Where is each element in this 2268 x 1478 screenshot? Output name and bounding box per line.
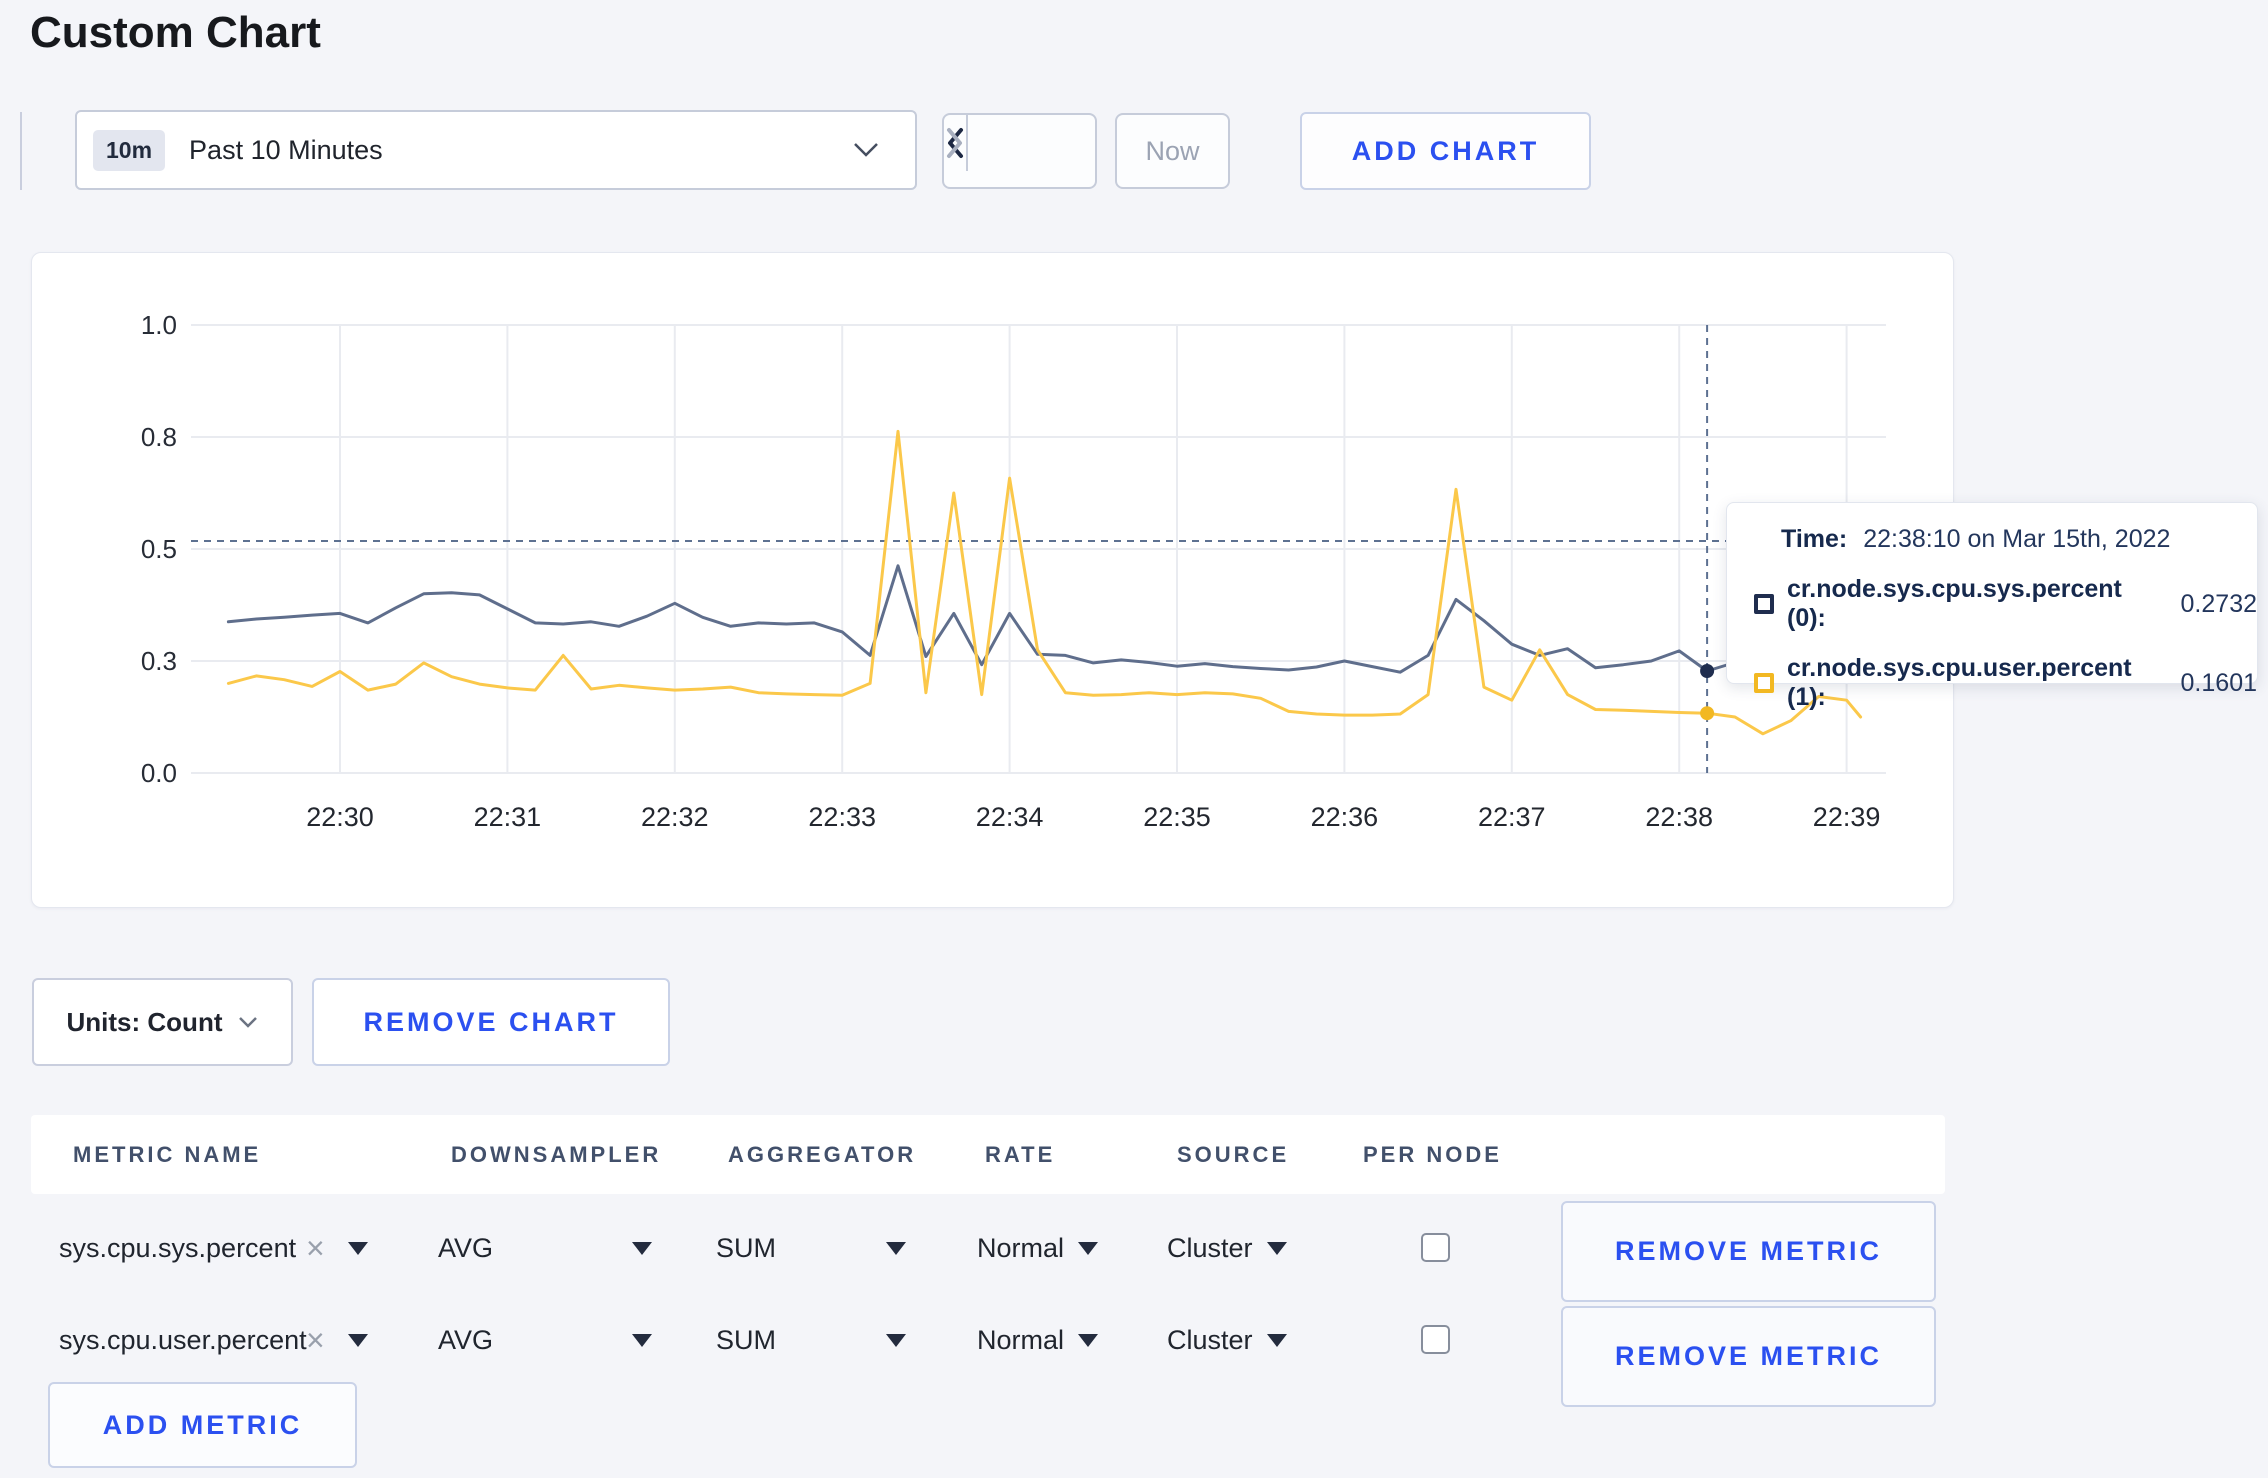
- downsampler-select[interactable]: AVG: [438, 1220, 493, 1276]
- x-axis-tick-label: 22:37: [1478, 802, 1546, 832]
- series-line-1: [226, 429, 1863, 736]
- x-axis-tick-label: 22:39: [1813, 802, 1881, 832]
- col-header-per-node: PER NODE: [1363, 1141, 1502, 1167]
- series-swatch-user-icon: [1754, 673, 1774, 693]
- time-range-badge: 10m: [93, 129, 166, 171]
- tooltip-series-value: 0.2732: [2180, 589, 2257, 618]
- clear-metric-icon[interactable]: ×: [306, 1220, 325, 1276]
- tooltip-series-value: 0.1601: [2180, 668, 2257, 697]
- x-axis-tick-label: 22:31: [474, 802, 542, 832]
- col-header-source: SOURCE: [1177, 1141, 1290, 1167]
- downsampler-caret[interactable]: [632, 1220, 652, 1276]
- units-select[interactable]: Units: Count: [32, 978, 293, 1066]
- x-axis-tick-label: 22:30: [306, 802, 374, 832]
- per-node-checkbox[interactable]: [1421, 1233, 1450, 1262]
- x-axis-tick-label: 22:38: [1645, 802, 1713, 832]
- col-header-downsampler: DOWNSAMPLER: [451, 1141, 662, 1167]
- aggregator-caret[interactable]: [886, 1312, 906, 1368]
- toolbar-divider: [20, 112, 22, 190]
- chevron-down-icon: [853, 142, 879, 158]
- y-axis-tick-label: 0.0: [141, 758, 177, 788]
- remove-metric-button[interactable]: REMOVE METRIC: [1561, 1201, 1936, 1302]
- source-select[interactable]: Cluster: [1167, 1220, 1287, 1276]
- y-axis-tick-label: 0.3: [141, 646, 177, 676]
- x-axis-tick-label: 22:33: [808, 802, 876, 832]
- triangle-down-icon: [1266, 1333, 1287, 1347]
- remove-chart-button[interactable]: REMOVE CHART: [312, 978, 670, 1066]
- aggregator-select[interactable]: SUM: [716, 1312, 776, 1368]
- clear-metric-icon[interactable]: ×: [306, 1312, 325, 1368]
- col-header-aggregator: AGGREGATOR: [728, 1141, 917, 1167]
- downsampler-caret[interactable]: [632, 1312, 652, 1368]
- x-axis-tick-label: 22:34: [976, 802, 1044, 832]
- series-line-0: [226, 564, 1863, 674]
- y-axis-tick-label: 1.0: [141, 310, 177, 340]
- now-button[interactable]: Now: [1115, 113, 1230, 189]
- y-axis-tick-label: 0.8: [141, 422, 177, 452]
- col-header-rate: RATE: [985, 1141, 1056, 1167]
- metric-name-select[interactable]: sys.cpu.sys.percent: [59, 1220, 296, 1276]
- downsampler-select[interactable]: AVG: [438, 1312, 493, 1368]
- tooltip-series-row: cr.node.sys.cpu.user.percent (1): 0.1601: [1754, 654, 2257, 712]
- time-window-nav: [942, 113, 1097, 189]
- add-metric-button[interactable]: ADD METRIC: [48, 1382, 357, 1468]
- triangle-down-icon: [1266, 1241, 1287, 1255]
- time-range-value: Past 10 Minutes: [189, 134, 383, 165]
- chart-card: 0.0 0.3 0.5 0.8 1.0 22:30 22:31 22:32 22:33 22:34…: [31, 252, 1954, 908]
- aggregator-caret[interactable]: [886, 1220, 906, 1276]
- y-axis-tick-label: 0.5: [141, 534, 177, 564]
- remove-metric-button[interactable]: REMOVE METRIC: [1561, 1306, 1936, 1407]
- x-axis-tick-label: 22:32: [641, 802, 709, 832]
- chevron-right-icon: [944, 126, 966, 160]
- metrics-table-header: METRIC NAME DOWNSAMPLER AGGREGATOR RATE …: [31, 1115, 1945, 1194]
- next-window-button[interactable]: [944, 115, 966, 171]
- per-node-checkbox[interactable]: [1421, 1325, 1450, 1354]
- tooltip-series-label: cr.node.sys.cpu.user.percent (1):: [1787, 654, 2132, 711]
- tooltip-series-label: cr.node.sys.cpu.sys.percent (0):: [1787, 575, 2122, 632]
- tooltip-time-value: 22:38:10 on Mar 15th, 2022: [1863, 525, 2171, 553]
- triangle-down-icon: [1078, 1333, 1099, 1347]
- rate-select[interactable]: Normal: [977, 1220, 1099, 1276]
- rate-select[interactable]: Normal: [977, 1312, 1099, 1368]
- col-header-metric-name: METRIC NAME: [73, 1141, 262, 1167]
- metric-name-select[interactable]: sys.cpu.user.percent: [59, 1312, 307, 1368]
- time-range-select[interactable]: 10m Past 10 Minutes: [75, 110, 917, 190]
- chevron-down-icon: [238, 1016, 258, 1029]
- aggregator-select[interactable]: SUM: [716, 1220, 776, 1276]
- x-axis-tick-label: 22:36: [1311, 802, 1379, 832]
- chart-hover-tooltip: Time: 22:38:10 on Mar 15th, 2022 cr.node…: [1726, 502, 2258, 711]
- source-select[interactable]: Cluster: [1167, 1312, 1287, 1368]
- page-title: Custom Chart: [30, 8, 321, 57]
- tooltip-series-row: cr.node.sys.cpu.sys.percent (0): 0.2732: [1754, 575, 2257, 633]
- chart-plot-area[interactable]: 0.0 0.3 0.5 0.8 1.0 22:30 22:31 22:32 22:33 22:34…: [32, 253, 1955, 909]
- x-axis-tick-label: 22:35: [1143, 802, 1211, 832]
- metric-name-caret[interactable]: [348, 1220, 368, 1276]
- triangle-down-icon: [1078, 1241, 1099, 1255]
- highlighted-point: [1700, 706, 1715, 721]
- metric-name-caret[interactable]: [348, 1312, 368, 1368]
- series-swatch-sys-icon: [1754, 594, 1774, 614]
- tooltip-time-label: Time:: [1781, 525, 1848, 553]
- add-chart-button[interactable]: ADD CHART: [1300, 112, 1591, 190]
- highlighted-point: [1700, 664, 1715, 679]
